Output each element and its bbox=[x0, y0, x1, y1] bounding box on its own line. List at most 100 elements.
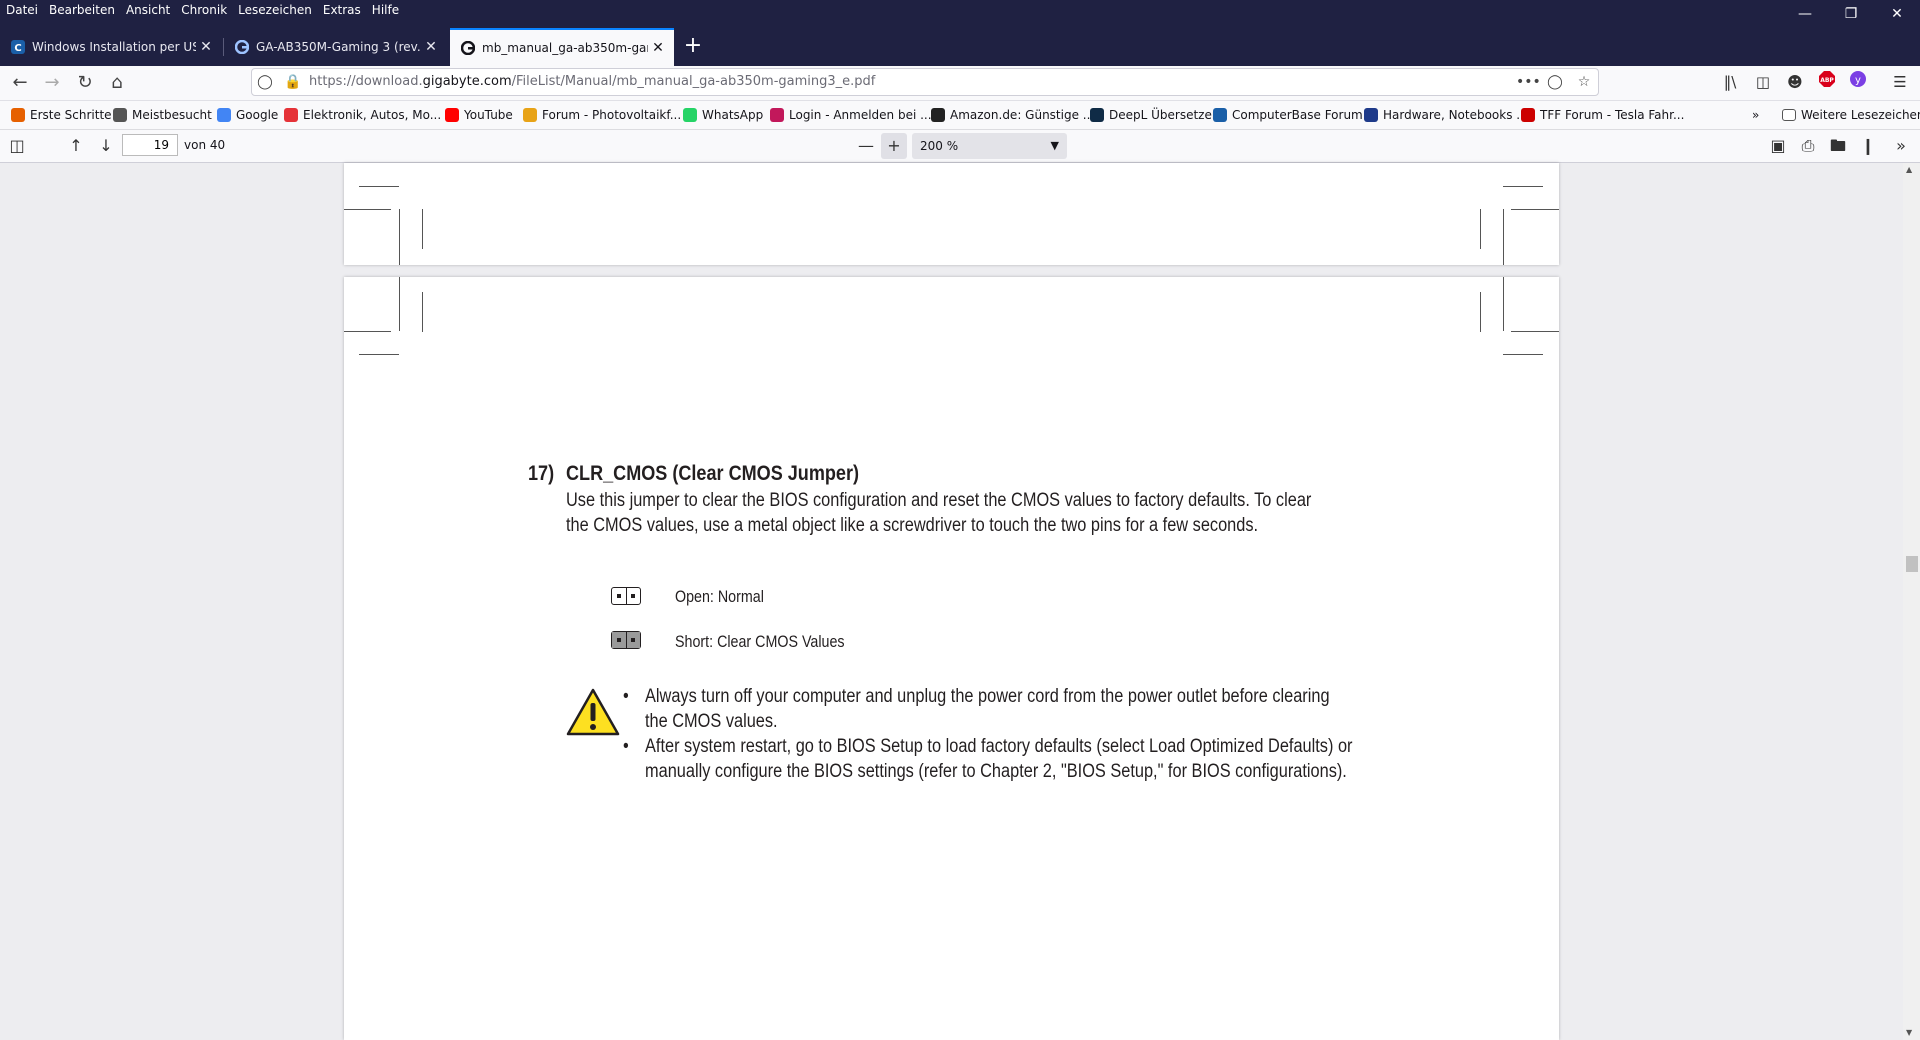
svg-text:C: C bbox=[14, 43, 21, 54]
shield-icon[interactable]: ◯ bbox=[255, 72, 275, 92]
vertical-scrollbar[interactable] bbox=[1903, 163, 1920, 1040]
whatsapp-icon bbox=[683, 108, 697, 122]
other-bookmarks[interactable]: Weitere Lesezeichen bbox=[1782, 104, 1920, 126]
account-icon[interactable]: ☻ bbox=[1783, 70, 1807, 94]
presentation-mode-icon[interactable]: ▣ bbox=[1765, 133, 1791, 159]
section-number: 17) bbox=[528, 462, 555, 485]
sidebar-icon[interactable]: ◫ bbox=[1751, 70, 1775, 94]
scrollbar-thumb[interactable] bbox=[1906, 556, 1918, 572]
menu-extras[interactable]: Extras bbox=[317, 0, 366, 20]
computerbase-icon: C bbox=[10, 39, 26, 55]
svg-text:ABP: ABP bbox=[1820, 77, 1834, 84]
crop-mark bbox=[359, 186, 399, 187]
tab-close-icon[interactable]: ✕ bbox=[421, 39, 441, 55]
gear-icon bbox=[113, 108, 127, 122]
crop-mark bbox=[1503, 354, 1543, 355]
tab-title: mb_manual_ga-ab350m-gamin bbox=[482, 41, 648, 55]
menu-ansicht[interactable]: Ansicht bbox=[120, 0, 175, 20]
section-heading: CLR_CMOS (Clear CMOS Jumper) bbox=[566, 462, 860, 485]
print-icon[interactable]: ⎙ bbox=[1795, 133, 1821, 159]
bookmark-label: ComputerBase Forum bbox=[1232, 108, 1363, 122]
firefox-icon bbox=[11, 108, 25, 122]
previous-page-button[interactable]: ↑ bbox=[63, 133, 89, 159]
warning-note-line: Always turn off your computer and unplug… bbox=[645, 686, 1330, 707]
tab-title: Windows Installation per USB k bbox=[32, 40, 196, 54]
page-number-input[interactable]: 19 bbox=[122, 134, 178, 156]
bookmark-item[interactable]: Erste Schritte bbox=[11, 104, 112, 126]
tab-ga-ab350m-gaming3[interactable]: GA-AB350M-Gaming 3 (rev. 1.x ✕ bbox=[224, 28, 447, 66]
google-icon bbox=[217, 108, 231, 122]
save-icon[interactable]: 🖿 bbox=[1825, 133, 1851, 159]
tab-windows-installation[interactable]: C Windows Installation per USB k ✕ bbox=[0, 28, 222, 66]
tab-title: GA-AB350M-Gaming 3 (rev. 1.x bbox=[256, 40, 421, 54]
bookmark-item[interactable]: Forum - Photovoltaikf... bbox=[523, 104, 681, 126]
bookmark-item[interactable]: Amazon.de: Günstige ... bbox=[931, 104, 1094, 126]
scroll-down-arrow-icon[interactable]: ▼ bbox=[1906, 1028, 1912, 1037]
adblock-plus-icon[interactable]: ABP bbox=[1815, 70, 1839, 94]
bookmarks-overflow-icon[interactable]: » bbox=[1752, 104, 1759, 126]
menu-datei[interactable]: Datei bbox=[0, 0, 43, 20]
bookmark-item[interactable]: Hardware, Notebooks ... bbox=[1364, 104, 1528, 126]
menu-lesezeichen[interactable]: Lesezeichen bbox=[232, 0, 317, 20]
menu-hilfe[interactable]: Hilfe bbox=[366, 0, 404, 20]
bookmark-item[interactable]: WhatsApp bbox=[683, 104, 763, 126]
url-path: /FileList/Manual/mb_manual_ga-ab350m-gam… bbox=[511, 74, 876, 89]
zoom-in-button[interactable]: + bbox=[881, 133, 907, 159]
library-icon[interactable]: ‖\ bbox=[1718, 70, 1742, 94]
scroll-up-arrow-icon[interactable]: ▲ bbox=[1906, 165, 1912, 174]
pdf-page-previous bbox=[344, 163, 1559, 265]
hamburger-menu-icon[interactable]: ☰ bbox=[1888, 70, 1912, 94]
pocket-icon[interactable]: ◯ bbox=[1545, 72, 1565, 92]
page-actions-icon[interactable]: ••• bbox=[1516, 72, 1541, 92]
warning-note-line: manually configure the BIOS settings (re… bbox=[645, 761, 1347, 782]
zoom-select[interactable]: 200 % ▼ bbox=[912, 133, 1067, 159]
tab-mb-manual[interactable]: mb_manual_ga-ab350m-gamin ✕ bbox=[450, 28, 674, 66]
menu-chronik[interactable]: Chronik bbox=[175, 0, 232, 20]
bookmark-item[interactable]: Login - Anmelden bei ... bbox=[770, 104, 932, 126]
crop-mark bbox=[1503, 186, 1543, 187]
bookmark-item[interactable]: Elektronik, Autos, Mo... bbox=[284, 104, 441, 126]
lock-icon[interactable]: 🔒 bbox=[283, 72, 303, 92]
section-body-line: Use this jumper to clear the BIOS config… bbox=[566, 490, 1312, 511]
bullet: • bbox=[623, 736, 629, 757]
home-button[interactable]: ⌂ bbox=[103, 70, 131, 96]
jumper-short-label: Short: Clear CMOS Values bbox=[675, 632, 845, 651]
url-prefix: https://download. bbox=[309, 74, 423, 89]
youtube-icon bbox=[445, 108, 459, 122]
zoom-out-button[interactable]: — bbox=[853, 133, 879, 159]
restore-button[interactable]: ❐ bbox=[1828, 0, 1874, 28]
forward-button[interactable]: → bbox=[38, 70, 66, 96]
other-bookmarks-label: Weitere Lesezeichen bbox=[1801, 108, 1920, 122]
tab-close-icon[interactable]: ✕ bbox=[196, 39, 216, 55]
close-window-button[interactable]: ✕ bbox=[1874, 0, 1920, 28]
tab-close-icon[interactable]: ✕ bbox=[648, 40, 668, 56]
back-button[interactable]: ← bbox=[6, 70, 34, 96]
bookmark-star-icon[interactable]: ☆ bbox=[1574, 72, 1594, 92]
bookmark-item[interactable]: Meistbesucht bbox=[113, 104, 212, 126]
notebook-icon bbox=[1364, 108, 1378, 122]
extension-icon[interactable]: y bbox=[1846, 70, 1870, 94]
bookmark-item[interactable]: ComputerBase Forum bbox=[1213, 104, 1363, 126]
new-tab-button[interactable]: + bbox=[678, 30, 708, 64]
sidebar-toggle-icon[interactable]: ◫ bbox=[4, 133, 30, 159]
bookmark-item[interactable]: YouTube bbox=[445, 104, 513, 126]
gigabyte-icon bbox=[234, 39, 250, 55]
bookmark-item[interactable]: TFF Forum - Tesla Fahr... bbox=[1521, 104, 1684, 126]
next-page-button[interactable]: ↓ bbox=[93, 133, 119, 159]
bookmark-icon[interactable]: ❙ bbox=[1855, 133, 1881, 159]
bookmark-label: Forum - Photovoltaikf... bbox=[542, 108, 682, 122]
bookmark-label: Amazon.de: Günstige ... bbox=[950, 108, 1095, 122]
bookmark-label: Hardware, Notebooks ... bbox=[1383, 108, 1528, 122]
minimize-button[interactable]: — bbox=[1782, 0, 1828, 28]
crop-mark bbox=[422, 292, 423, 332]
url-text[interactable]: https://download.gigabyte.com/FileList/M… bbox=[309, 72, 875, 92]
bookmark-label: Google bbox=[236, 108, 279, 122]
bookmark-item[interactable]: DeepL Übersetzer bbox=[1090, 104, 1217, 126]
menu-bearbeiten[interactable]: Bearbeiten bbox=[43, 0, 120, 20]
bookmark-label: YouTube bbox=[464, 108, 513, 122]
bookmark-item[interactable]: Google bbox=[217, 104, 278, 126]
tools-overflow-icon[interactable]: » bbox=[1888, 133, 1914, 159]
reload-button[interactable]: ↻ bbox=[71, 70, 99, 96]
crop-mark bbox=[1503, 277, 1504, 331]
url-domain: gigabyte.com bbox=[422, 74, 512, 89]
